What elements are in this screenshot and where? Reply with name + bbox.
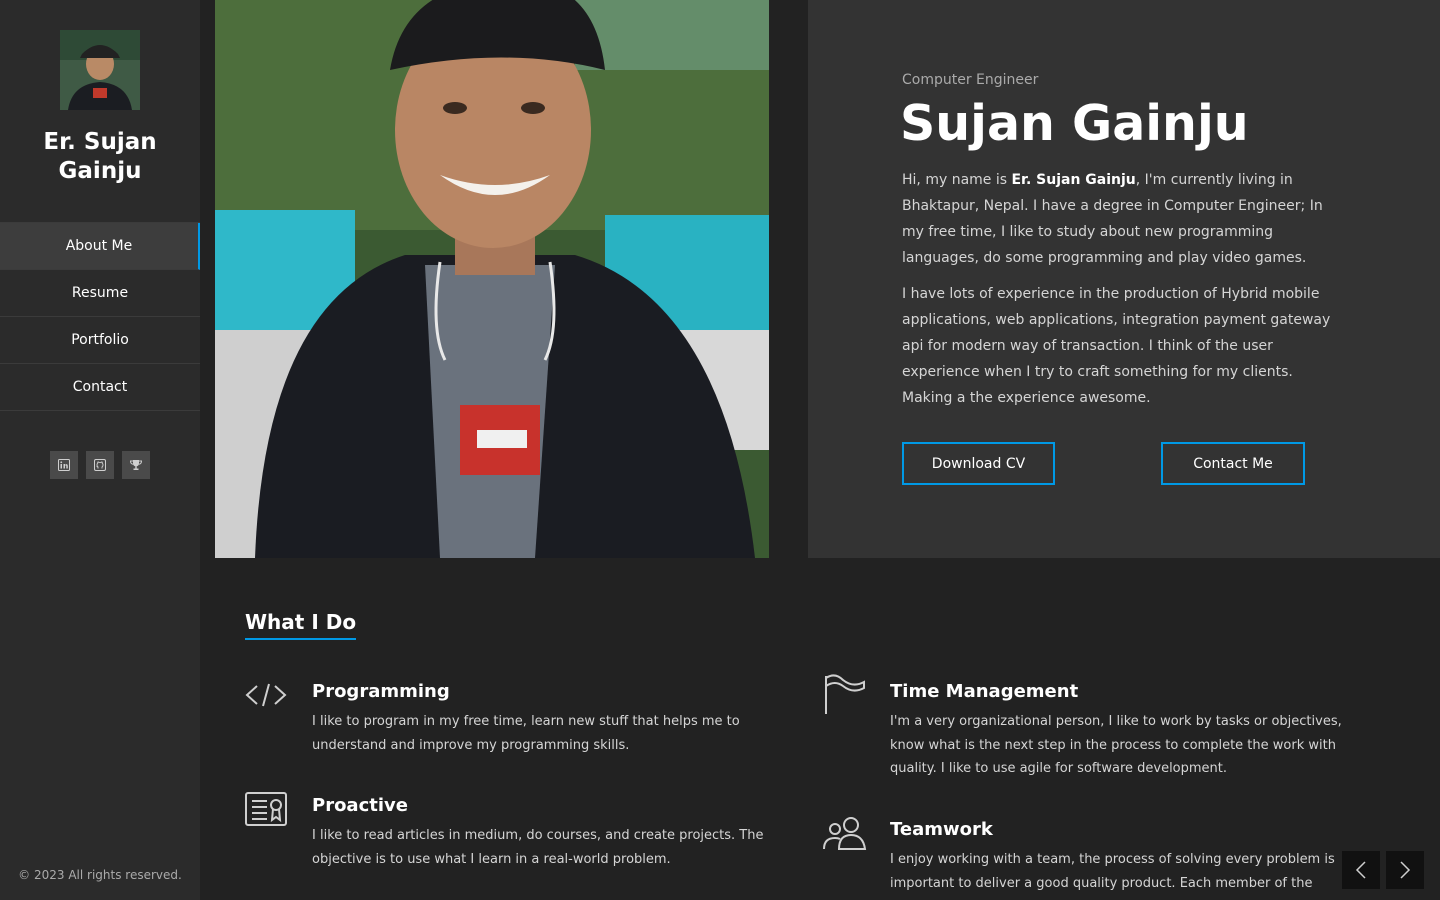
service-teamwork: Teamwork I enjoy working with a team, th… [823, 816, 1353, 900]
job-title: Computer Engineer [902, 72, 1039, 88]
copyright: © 2023 All rights reserved. [18, 868, 182, 882]
social-links [50, 451, 150, 479]
service-time-management: Time Management I'm a very organizationa… [823, 674, 1353, 784]
flag-icon [825, 674, 865, 714]
download-cv-button[interactable]: Download CV [902, 442, 1055, 485]
chevron-left-icon [1355, 861, 1366, 879]
intro-paragraph-1: Hi, my name is Er. Sujan Gainju, I'm cur… [902, 172, 1323, 266]
service-text: I'm a very organizational person, I like… [890, 714, 1342, 776]
service-proactive: Proactive I like to read articles in med… [245, 792, 775, 882]
profile-photo [215, 0, 769, 558]
github-icon [94, 459, 106, 471]
service-title: Time Management [890, 681, 1079, 702]
linkedin-button[interactable] [50, 451, 78, 479]
main-nav: About Me Resume Portfolio Contact [0, 222, 200, 411]
nav-item-resume[interactable]: Resume [0, 270, 200, 317]
page-title: Sujan Gainju [900, 95, 1249, 152]
service-title: Programming [312, 681, 450, 702]
service-programming: Programming I like to program in my free… [245, 680, 775, 770]
service-text: I like to read articles in medium, do co… [312, 828, 764, 867]
service-title: Teamwork [890, 819, 993, 840]
intro-paragraph-2: I have lots of experience in the product… [902, 286, 1331, 406]
trophy-icon [129, 460, 143, 470]
service-text: I enjoy working with a team, the process… [890, 852, 1335, 900]
trophy-button[interactable] [122, 451, 150, 479]
section-title-what-i-do: What I Do [245, 608, 357, 640]
users-icon [823, 817, 867, 850]
sidebar: Er. Sujan Gainju About Me Resume Portfol… [0, 0, 200, 900]
nav-item-contact[interactable]: Contact [0, 364, 200, 411]
chevron-right-icon [1400, 861, 1411, 879]
linkedin-icon [58, 459, 70, 471]
intro-text: Hi, my name is Er. Sujan Gainju, I'm cur… [902, 167, 1342, 421]
page-arrows [1342, 851, 1424, 889]
intro-name: Er. Sujan Gainju [1011, 172, 1136, 188]
site-name: Er. Sujan Gainju [43, 129, 157, 184]
contact-me-button[interactable]: Contact Me [1161, 442, 1305, 485]
service-title: Proactive [312, 795, 408, 816]
github-button[interactable] [86, 451, 114, 479]
certificate-icon [245, 792, 287, 826]
nav-item-portfolio[interactable]: Portfolio [0, 317, 200, 364]
service-text: I like to program in my free time, learn… [312, 714, 740, 753]
nav-item-about-me[interactable]: About Me [0, 223, 200, 270]
about-panel: Computer Engineer Sujan Gainju Hi, my na… [808, 0, 1440, 558]
previous-button[interactable] [1342, 851, 1380, 889]
avatar[interactable] [60, 30, 140, 110]
next-button[interactable] [1386, 851, 1424, 889]
code-icon [245, 683, 287, 707]
